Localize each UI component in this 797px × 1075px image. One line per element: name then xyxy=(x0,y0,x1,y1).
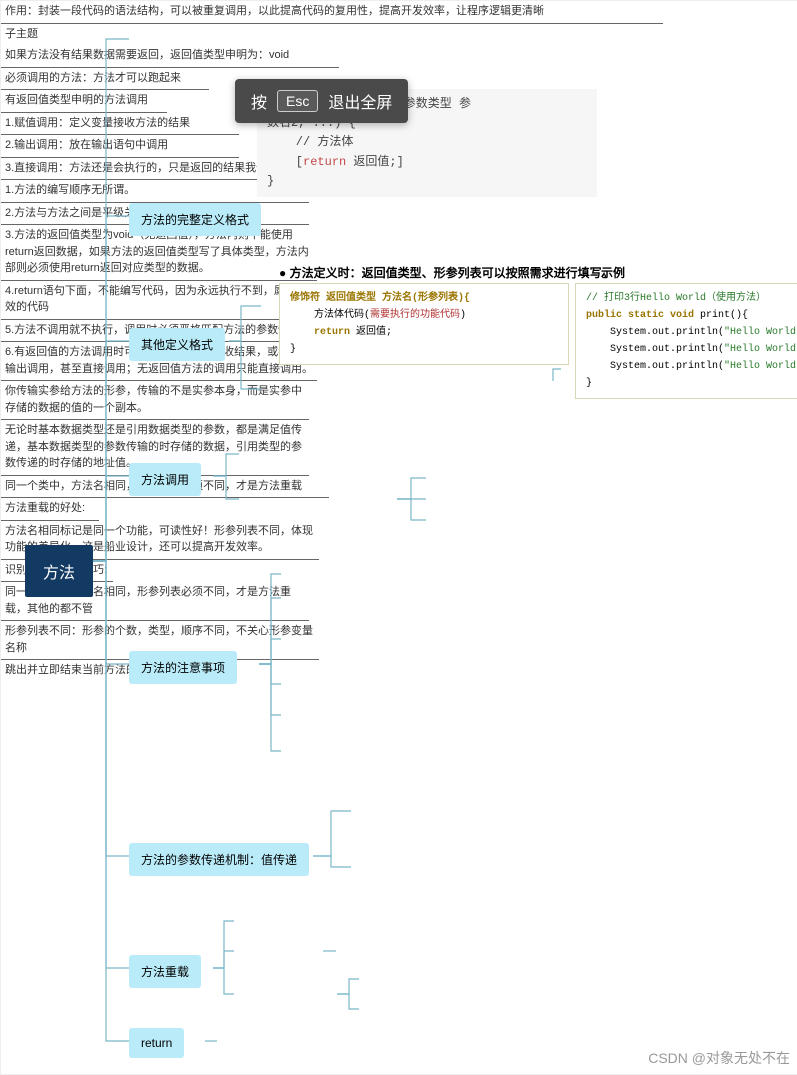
code-other-format: 修饰符 返回值类型 方法名(形参列表){ 方法体代码(需要执行的功能代码) re… xyxy=(279,283,569,365)
leaf-void-note: 如果方法没有结果数据需要返回，返回值类型申明为：void xyxy=(1,45,339,68)
example-heading: 示例 xyxy=(601,264,625,281)
topic-other-format: 其他定义格式 xyxy=(129,328,225,361)
esc-key-icon: Esc xyxy=(277,90,318,112)
topic-notes: 方法的注意事项 xyxy=(129,651,237,684)
toast-pre-text: 按 xyxy=(251,89,267,113)
leaf-note-4: 4.return语句下面，不能编写代码，因为永远执行不到，属于无效的代码 xyxy=(1,281,317,320)
bullet-definition-note: ● 方法定义时：返回值类型、形参列表可以按照需求进行填写。 xyxy=(279,264,614,281)
leaf-pbv-1: 你传输实参给方法的形参，传输的不是实参本身，而是实参中存储的数据的值的一个副本。 xyxy=(1,381,309,420)
csdn-watermark: CSDN @对象无处不在 xyxy=(648,1048,790,1068)
topic-full-format: 方法的完整定义格式 xyxy=(129,203,261,236)
leaf-invoke-2: 2.输出调用：放在输出语句中调用 xyxy=(1,135,239,158)
leaf-overload-benefit-label: 方法重载的好处: xyxy=(1,498,99,521)
code-example: // 打印3行Hello World（使用方法） public static v… xyxy=(575,283,797,399)
leaf-invoke-must: 必须调用的方法：方法才可以跑起来 xyxy=(1,68,209,91)
topic-pass-by-value: 方法的参数传递机制：值传递 xyxy=(129,843,309,876)
topic-overload: 方法重载 xyxy=(129,955,201,988)
topic-purpose: 作用：封装一段代码的语法结构，可以被重复调用，以此提高代码的复用性，提高开发效率… xyxy=(1,1,663,24)
leaf-subtopic: 子主题 xyxy=(1,24,59,46)
leaf-invoke-hasret: 有返回值类型申明的方法调用 xyxy=(1,90,167,113)
topic-return: return xyxy=(129,1028,184,1058)
mindmap-canvas: 方法 作用：封装一段代码的语法结构，可以被重复调用，以此提高代码的复用性，提高开… xyxy=(0,0,797,1075)
root-node: 方法 xyxy=(25,545,93,597)
leaf-invoke-1: 1.赋值调用：定义变量接收方法的结果 xyxy=(1,113,239,136)
topic-invoke: 方法调用 xyxy=(129,463,201,496)
fullscreen-exit-toast: 按 Esc 退出全屏 xyxy=(235,79,408,123)
toast-post-text: 退出全屏 xyxy=(328,89,392,113)
